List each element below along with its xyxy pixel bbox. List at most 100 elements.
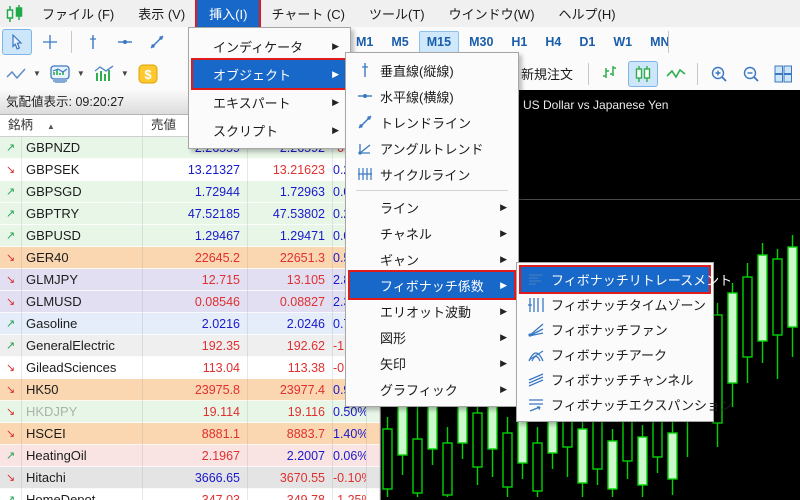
table-row[interactable]: ↗GBPTRY47.5218547.538020.25% (0, 203, 380, 225)
timeframe-mn[interactable]: MN (642, 31, 677, 53)
ask-cell: 23977.4 (248, 379, 333, 401)
bars-mode-button[interactable] (596, 62, 624, 86)
object-menu-item-cycle-lines[interactable]: サイクルライン (350, 161, 514, 187)
object-menu-item-gann[interactable]: ギャン ▶ (350, 246, 514, 272)
horizontal-line-button[interactable] (111, 30, 139, 54)
fibo-menu-item-channel[interactable]: フィボナッチチャンネル (521, 367, 709, 392)
table-row[interactable]: ↘ HKDJPY 19.114 19.116 0.50% (0, 401, 380, 423)
insert-menu-item-objects[interactable]: オブジェクト ▶ (193, 60, 346, 88)
menu-item-file[interactable]: ファイル (F) (30, 0, 126, 27)
up-arrow-icon: ↗ (0, 489, 22, 500)
zoom-in-button[interactable] (705, 62, 733, 86)
object-menu-item-angle-trend[interactable]: アングルトレンド (350, 135, 514, 161)
table-row[interactable]: ↘GLMUSD0.085460.088272.31% (0, 291, 380, 313)
separator (697, 62, 699, 85)
timeframe-m15[interactable]: M15 (418, 31, 460, 53)
object-menu-item-angle-trend-label: アングルトレンド (380, 141, 484, 157)
fibo-menu-item-expansion-label: フィボナッチエクスパンション (551, 398, 734, 413)
horizontal-line-icon (350, 89, 380, 103)
table-row[interactable]: ↘ HSCEI 8881.1 8883.7 1.40% (0, 423, 380, 445)
object-menu-item-channels-label: チャネル (380, 226, 432, 242)
object-menu-item-trendline[interactable]: トレンドライン (350, 109, 514, 135)
table-row[interactable]: ↘GER4022645.222651.30.55% (0, 247, 380, 269)
table-row[interactable]: ↗GeneralElectric192.35192.62-1.11% (0, 335, 380, 357)
column-header-symbol[interactable]: 銘柄 ▲ (0, 115, 143, 136)
fibo-menu-item-fan[interactable]: フィボナッチファン (521, 317, 709, 342)
timeframe-h1[interactable]: H1 (503, 31, 535, 53)
table-row[interactable]: ↘GLMJPY12.71513.1052.85% (0, 269, 380, 291)
insert-menu-item-scripts-label: スクリプト (213, 123, 279, 139)
menu-item-view[interactable]: 表示 (V) (126, 0, 197, 27)
table-row[interactable]: ↘GileadSciences113.04113.38-0.73% (0, 357, 380, 379)
timeframe-h4[interactable]: H4 (537, 31, 569, 53)
table-row[interactable]: ↗GBPSGD1.729441.729630.04% (0, 181, 380, 203)
table-row[interactable]: ↗GBPUSD1.294671.294710.01% (0, 225, 380, 247)
fibo-menu-item-timezone[interactable]: フィボナッチタイムゾーン (521, 292, 709, 317)
insert-menu-item-indicators[interactable]: インディケータ ▶ (193, 32, 346, 60)
timeframe-m5[interactable]: M5 (383, 31, 416, 53)
bid-cell: 1.29467 (143, 225, 248, 247)
indicator-window-button[interactable] (46, 62, 74, 86)
object-menu-item-fibonacci[interactable]: フィボナッチ係数 ▶ (350, 272, 514, 298)
object-menu-item-horizontal-line[interactable]: 水平線(横線) (350, 83, 514, 109)
fibo-menu-item-arc[interactable]: フィボナッチアーク (521, 342, 709, 367)
ask-cell: 192.62 (248, 335, 333, 357)
symbol-cell: GBPNZD (22, 137, 143, 159)
dollar-button[interactable]: $ (134, 62, 162, 86)
fibo-menu-item-expansion[interactable]: フィボナッチエクスパンション (521, 392, 733, 417)
ask-cell: 2.2007 (248, 445, 333, 467)
object-menu-item-lines[interactable]: ライン ▶ (350, 194, 514, 220)
ask-cell: 1.29471 (248, 225, 333, 247)
crosshair-button[interactable] (36, 30, 64, 54)
zoom-out-button[interactable] (737, 62, 765, 86)
fibo-menu-item-retracement[interactable]: フィボナッチリトレースメント (521, 267, 732, 292)
object-menu-item-graphics[interactable]: グラフィック ▶ (350, 376, 514, 402)
table-row[interactable]: ↗ HeatingOil 2.1967 2.2007 0.06% (0, 445, 380, 467)
ask-cell: 22651.3 (248, 247, 333, 269)
object-menu-item-arrows[interactable]: 矢印 ▶ (350, 350, 514, 376)
timeframe-m30[interactable]: M30 (461, 31, 501, 53)
cursor-button[interactable] (2, 29, 32, 55)
line-chart-button[interactable] (2, 62, 30, 86)
tile-windows-button[interactable] (769, 62, 797, 86)
table-row[interactable]: ↘Hitachi3666.653670.55-0.10% (0, 467, 380, 489)
bid-cell: 192.35 (143, 335, 248, 357)
object-menu-item-vertical-line-label: 垂直線(縦線) (380, 63, 454, 79)
symbol-cell: GLMUSD (22, 291, 143, 313)
object-menu-item-elliott[interactable]: エリオット波動 ▶ (350, 298, 514, 324)
line-mode-button[interactable] (662, 62, 690, 86)
menu-item-insert[interactable]: 挿入(I) (197, 0, 260, 27)
object-menu-item-shapes[interactable]: 図形 ▶ (350, 324, 514, 350)
object-menu-item-horizontal-line-label: 水平線(横線) (380, 89, 454, 105)
table-row[interactable]: ↘GBPSEK13.2132713.216230.26% (0, 159, 380, 181)
bar-indicator-button[interactable] (90, 62, 118, 86)
chevron-down-icon[interactable]: ▼ (77, 69, 85, 78)
insert-menu-item-experts[interactable]: エキスパート ▶ (193, 88, 346, 116)
chevron-down-icon[interactable]: ▼ (121, 69, 129, 78)
timeframe-m1[interactable]: M1 (348, 31, 381, 53)
table-row[interactable]: ↗Gasoline2.02162.02460.71% (0, 313, 380, 335)
menu-item-window[interactable]: ウインドウ(W) (437, 0, 547, 27)
bid-cell: 47.52185 (143, 203, 248, 225)
timeframe-d1[interactable]: D1 (571, 31, 603, 53)
separator (71, 31, 72, 53)
timeframe-w1[interactable]: W1 (605, 31, 640, 53)
order-toolbar: 新規注文 (505, 57, 800, 90)
symbol-cell: HeatingOil (22, 445, 143, 467)
insert-menu-item-scripts[interactable]: スクリプト ▶ (193, 116, 346, 144)
ask-cell: 349.78 (248, 489, 333, 500)
submenu-arrow-icon: ▶ (500, 331, 507, 342)
bid-cell: 12.715 (143, 269, 248, 291)
menu-item-tools[interactable]: ツール(T) (357, 0, 437, 27)
menu-item-help[interactable]: ヘルプ(H) (547, 0, 628, 27)
object-menu-item-trendline-label: トレンドライン (380, 115, 472, 131)
table-row[interactable]: ↗HomeDepot347.03349.78-1.25% (0, 489, 380, 500)
vertical-line-button[interactable] (79, 30, 107, 54)
menu-item-chart[interactable]: チャート (C) (259, 0, 357, 27)
table-row[interactable]: ↘HK5023975.823977.40.95% (0, 379, 380, 401)
object-menu-item-vertical-line[interactable]: 垂直線(縦線) (350, 57, 514, 83)
candles-mode-button[interactable] (628, 60, 659, 87)
object-menu-item-channels[interactable]: チャネル ▶ (350, 220, 514, 246)
chevron-down-icon[interactable]: ▼ (33, 69, 41, 78)
trendline-button[interactable] (143, 30, 171, 54)
